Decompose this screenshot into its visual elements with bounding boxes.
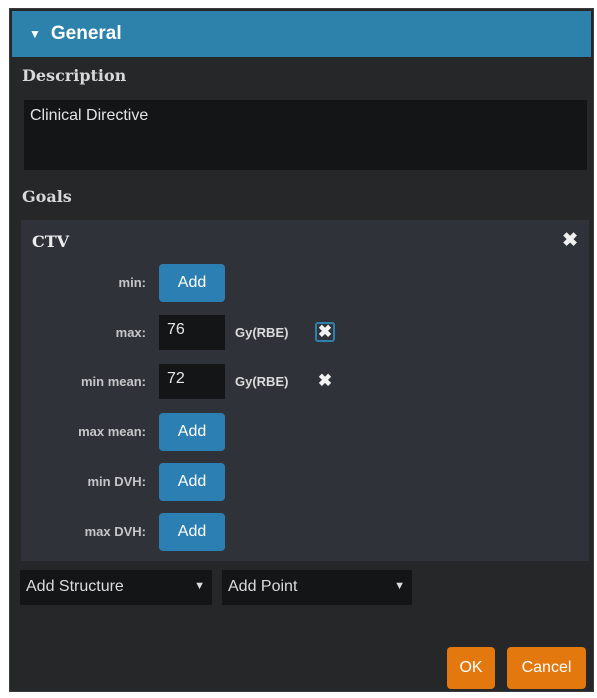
goal-row-label: min DVH: [87, 474, 147, 489]
dose-unit: Gy(RBE) [235, 325, 289, 340]
description-field[interactable]: Clinical Directive [24, 100, 587, 170]
ok-button[interactable]: OK [447, 647, 495, 689]
goal-row-label: min mean: [80, 374, 146, 389]
goal-row-max-dvh: max DVH: Add [21, 513, 589, 551]
collapse-triangle-icon[interactable]: ▼ [29, 27, 41, 41]
cancel-button[interactable]: Cancel [507, 647, 586, 689]
goal-row-min-mean: min mean: 72 Gy(RBE) ✖ [21, 363, 589, 401]
goal-row-label: min: [118, 275, 146, 290]
remove-structure-icon[interactable]: ✖ [562, 231, 578, 250]
add-point-label: Add Point [228, 578, 298, 595]
goal-row-min-dvh: min DVH: Add [21, 463, 589, 501]
structure-name: CTV [32, 232, 70, 251]
description-label: Description [22, 66, 127, 85]
goals-label: Goals [22, 187, 72, 206]
goal-row-label: max DVH: [84, 524, 146, 539]
remove-max-icon[interactable]: ✖ [315, 322, 335, 342]
add-structure-label: Add Structure [26, 578, 124, 595]
add-max-dvh-button[interactable]: Add [159, 513, 225, 551]
add-min-button[interactable]: Add [159, 264, 225, 302]
goal-row-label: max mean: [78, 424, 146, 439]
dose-unit: Gy(RBE) [235, 374, 289, 389]
add-max-mean-button[interactable]: Add [159, 413, 225, 451]
add-min-dvh-button[interactable]: Add [159, 463, 225, 501]
goal-row-min: min: Add [21, 264, 589, 302]
goal-structure-panel: CTV ✖ min: Add max: 76 Gy(RBE) ✖ min mea… [21, 220, 589, 561]
max-dose-input[interactable]: 76 [159, 315, 225, 350]
min-mean-dose-input[interactable]: 72 [159, 364, 225, 399]
general-section-header[interactable]: ▼ General [12, 11, 591, 57]
add-structure-select[interactable]: Add Structure ▼ [20, 570, 212, 605]
goal-row-max-mean: max mean: Add [21, 413, 589, 451]
add-point-select[interactable]: Add Point ▼ [222, 570, 412, 605]
goal-row-max: max: 76 Gy(RBE) ✖ [21, 314, 589, 352]
general-panel: ▼ General Description Clinical Directive… [9, 8, 594, 692]
dropdown-caret-icon: ▼ [194, 580, 205, 592]
remove-min-mean-icon[interactable]: ✖ [315, 371, 335, 391]
goal-row-label: max: [115, 325, 146, 340]
dropdown-caret-icon: ▼ [394, 580, 405, 592]
section-title: General [50, 23, 122, 44]
